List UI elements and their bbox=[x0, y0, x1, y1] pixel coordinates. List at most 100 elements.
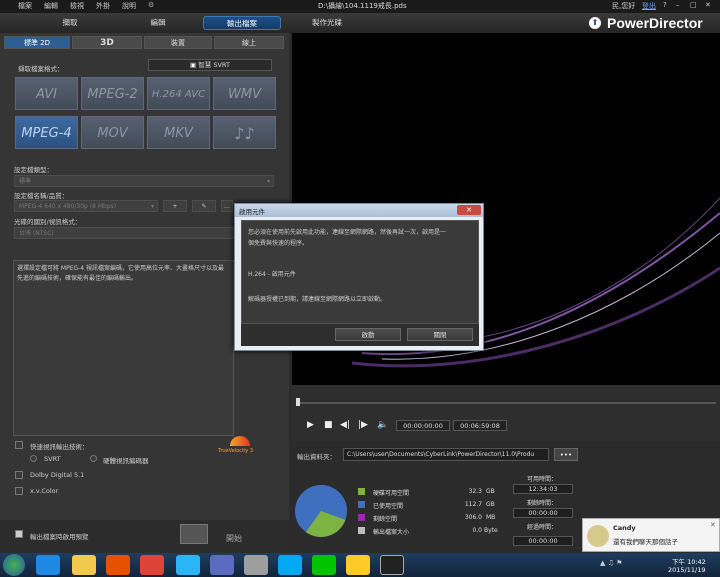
legend-free-unit: GB bbox=[486, 488, 495, 495]
tab-capture[interactable]: 擷取 bbox=[30, 16, 110, 30]
chat-notification[interactable]: Candy 還有我們聊天那個話子 ✕ bbox=[582, 518, 720, 552]
format-mpeg2[interactable]: MPEG-2 bbox=[81, 77, 144, 110]
dolby-checkbox[interactable] bbox=[15, 471, 23, 479]
format-mov[interactable]: MOV bbox=[81, 116, 144, 149]
upgrade-arrow-icon[interactable]: ⬆ bbox=[589, 17, 601, 29]
legend-remaining-value: 306.0 bbox=[464, 514, 482, 521]
description-box: 選擇設定檔可將 MPEG-4 視訊檔案編碼，它使用高位元率、大畫格尺寸以及最先進… bbox=[13, 260, 234, 436]
activate-button[interactable]: 啟動 bbox=[335, 328, 401, 341]
subtab-standard-2d[interactable]: 標準 2D bbox=[4, 36, 70, 49]
timeline-handle[interactable] bbox=[296, 398, 300, 406]
tab-edit[interactable]: 編輯 bbox=[118, 16, 198, 30]
more-icon[interactable]: … bbox=[221, 200, 233, 212]
line-icon[interactable] bbox=[312, 555, 336, 575]
close-icon[interactable]: ✕ bbox=[705, 1, 711, 9]
legend-free-swatch bbox=[358, 488, 365, 495]
output-folder-path[interactable]: C:\Users\user\Documents\CyberLink\PowerD… bbox=[343, 448, 549, 461]
ie-icon[interactable] bbox=[36, 555, 60, 575]
maximize-icon[interactable]: □ bbox=[690, 1, 697, 9]
cloud-app-icon[interactable] bbox=[176, 555, 200, 575]
hw-encoder-radio[interactable] bbox=[90, 455, 97, 462]
powerdirector-taskbar-icon[interactable] bbox=[380, 555, 404, 575]
profile-name-select[interactable]: MPEG-4 640 x 480/30p (8 Mbps) ▾ bbox=[14, 200, 158, 212]
format-mpeg4[interactable]: MPEG-4 bbox=[15, 116, 78, 149]
skype-icon[interactable] bbox=[278, 555, 302, 575]
browse-folder-button[interactable]: ••• bbox=[554, 448, 578, 461]
available-time-value: 12:34:03 bbox=[513, 484, 573, 494]
svrt-icon: ▣ bbox=[190, 61, 197, 69]
clock-date: 2015/11/19 bbox=[668, 566, 706, 574]
tab-produce[interactable]: 輸出檔案 bbox=[203, 16, 281, 30]
legend-used-label: 已使用空間 bbox=[373, 503, 404, 510]
profile-type-select[interactable]: 標準 ▾ bbox=[14, 175, 274, 187]
output-folder-label: 輸出資料夾： bbox=[297, 453, 336, 461]
format-wmv[interactable]: WMV bbox=[213, 77, 276, 110]
paint-icon[interactable] bbox=[346, 555, 370, 575]
preview-check-label: 輸出檔案時啟用預覽 bbox=[30, 533, 89, 541]
menu-plugin[interactable]: 外掛 bbox=[96, 1, 110, 11]
volume-icon[interactable]: 🔈 bbox=[377, 420, 388, 430]
profile-type-value: 標準 bbox=[19, 178, 32, 185]
start-button[interactable]: 開始 bbox=[226, 533, 242, 544]
playback-controls bbox=[292, 385, 720, 441]
region-select[interactable]: 台灣 (NTSC) bbox=[14, 227, 234, 239]
profile-type-label: 設定檔類型： bbox=[14, 166, 53, 174]
chevron-down-icon: ▾ bbox=[266, 178, 270, 185]
disk-usage-pie bbox=[295, 485, 347, 537]
format-avi[interactable]: AVI bbox=[15, 77, 78, 110]
chrome-icon[interactable] bbox=[140, 555, 164, 575]
dialog-line1: 您必須在使用前先啟用此功能，連線至網際網路，然後再試一次，啟用是一 bbox=[248, 229, 447, 236]
fast-render-checkbox[interactable] bbox=[15, 441, 23, 449]
tray-icons[interactable]: ▲ ♫ ⚑ bbox=[600, 559, 622, 567]
app-icon-7[interactable] bbox=[244, 555, 268, 575]
audio-format-music-icon[interactable]: ♪♪ bbox=[213, 116, 276, 149]
chevron-down-icon: ▾ bbox=[150, 203, 154, 210]
menu-view[interactable]: 檢視 bbox=[70, 1, 84, 11]
subtab-online[interactable]: 線上 bbox=[214, 36, 284, 49]
remaining-time-value: 00:00:00 bbox=[513, 508, 573, 518]
notification-close-icon[interactable]: ✕ bbox=[710, 521, 716, 529]
app-icon-6[interactable] bbox=[210, 555, 234, 575]
prev-frame-icon[interactable]: ◀| bbox=[340, 420, 350, 430]
add-profile-icon[interactable]: + bbox=[163, 200, 187, 212]
dialog-close-icon[interactable]: ✕ bbox=[457, 205, 481, 215]
help-icon[interactable]: ? bbox=[663, 1, 667, 9]
stop-icon[interactable]: ■ bbox=[324, 420, 333, 430]
dialog-line2: 個免費與快速的程序。 bbox=[248, 240, 309, 247]
preview-checkbox[interactable] bbox=[15, 530, 23, 538]
profile-name-label: 設定檔名稱/品質： bbox=[14, 192, 69, 200]
elapsed-time-label: 經過時間： bbox=[527, 524, 558, 531]
subtab-device[interactable]: 裝置 bbox=[144, 36, 212, 49]
svrt-radio[interactable] bbox=[30, 455, 37, 462]
svrt-button[interactable]: ▣ 智慧 SVRT bbox=[148, 59, 272, 71]
menu-help[interactable]: 說明 bbox=[122, 1, 136, 11]
notification-sender: Candy bbox=[613, 524, 636, 532]
xvcolor-checkbox[interactable] bbox=[15, 487, 23, 495]
start-orb-icon[interactable] bbox=[3, 554, 25, 576]
remaining-time-label: 剩餘時間： bbox=[527, 500, 558, 507]
close-button[interactable]: 關閉 bbox=[407, 328, 473, 341]
subtab-3d[interactable]: 3D bbox=[72, 36, 142, 49]
profile-name-value: MPEG-4 640 x 480/30p (8 Mbps) bbox=[19, 203, 117, 210]
total-timecode: 00:06:59:08 bbox=[453, 420, 507, 431]
settings-gear-icon[interactable]: ⚙ bbox=[148, 1, 154, 9]
region-label: 光碟的國別/視訊格式： bbox=[14, 218, 82, 226]
play-icon[interactable]: ▶ bbox=[307, 420, 314, 430]
format-mkv[interactable]: MKV bbox=[147, 116, 210, 149]
logout-link[interactable]: 登出 bbox=[642, 1, 656, 11]
edit-profile-icon[interactable]: ✎ bbox=[192, 200, 216, 212]
format-h264[interactable]: H.264 AVC bbox=[147, 77, 210, 110]
menu-edit[interactable]: 編輯 bbox=[44, 1, 58, 11]
dialog-line3: 解碼器授權已到期，請連線至網際網路以立即啟動。 bbox=[248, 296, 387, 303]
explorer-icon[interactable] bbox=[72, 555, 96, 575]
media-player-icon[interactable] bbox=[106, 555, 130, 575]
menu-file[interactable]: 檔案 bbox=[18, 1, 32, 11]
timeline-slider[interactable] bbox=[296, 402, 716, 404]
legend-used-swatch bbox=[358, 501, 365, 508]
tab-disc[interactable]: 製作光碟 bbox=[288, 16, 366, 30]
minimize-icon[interactable]: – bbox=[676, 1, 680, 9]
next-frame-icon[interactable]: |▶ bbox=[358, 420, 368, 430]
brand-logo: PowerDirector bbox=[607, 15, 703, 31]
dialog-title-bar: 啟用元件 bbox=[235, 204, 483, 217]
dialog-component: H.264 - 啟用元件 bbox=[248, 271, 296, 278]
